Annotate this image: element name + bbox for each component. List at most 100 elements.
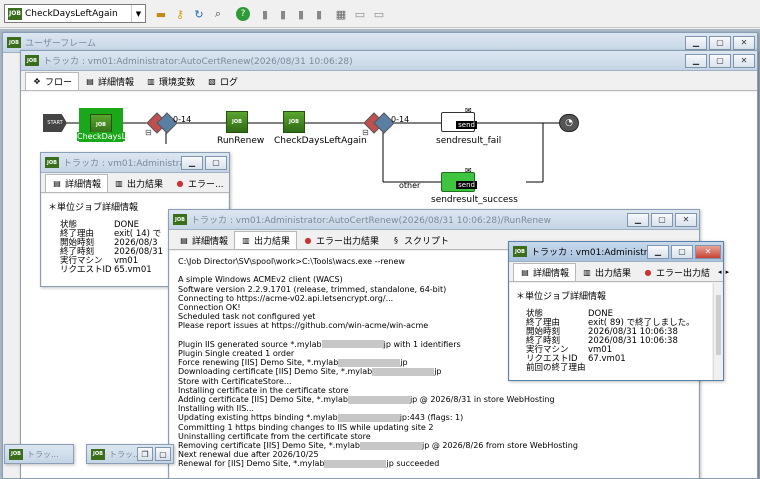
minimized-window[interactable]: JOB トラッ...: [4, 444, 74, 464]
details-icon: ▤: [180, 235, 188, 245]
tracker-right-body: ＊単位ジョブ詳細情報 状態 DONE 終了理由 exit( 89) で終了しました。…: [510, 283, 712, 380]
maximize-button[interactable]: ▢: [205, 155, 227, 170]
key-icon[interactable]: ⚷: [172, 6, 188, 22]
grid-icon[interactable]: ▦: [333, 6, 349, 22]
doc-icon[interactable]: ▮: [311, 6, 327, 22]
tab-details[interactable]: ▤ 詳細情報: [79, 72, 140, 90]
restore-button[interactable]: ❐: [137, 447, 153, 461]
output-line: Installing with IIS...: [178, 404, 254, 414]
user-frame-title: ユーザーフレーム: [25, 39, 97, 49]
search-icon[interactable]: ⌕: [210, 6, 226, 22]
tracker-small-titlebar: JOB トラッカ : vm01:Administrat... ▁ ▢: [41, 153, 229, 173]
node-label-sendresult-fail: sendresult_fail: [436, 136, 502, 146]
send-fail-node[interactable]: send: [441, 112, 477, 132]
detail-row: 前回の終了理由: [526, 363, 586, 373]
close-button[interactable]: ✕: [695, 244, 721, 259]
flow-icon: ✥: [33, 77, 41, 86]
app-icon: JOB: [513, 246, 527, 257]
node-label-checkdaysleft: CheckDaysLeft: [77, 132, 137, 141]
toolbar: JOB CheckDaysLeftAgain ▼ ▬ ⚷ ↻ ⌕ ? ▮ ▮ ▮…: [0, 0, 760, 28]
doc-icon[interactable]: ▮: [275, 6, 291, 22]
output-icon: ▥: [583, 267, 591, 277]
minimize-button[interactable]: ▁: [627, 212, 649, 227]
maximize-button[interactable]: ▢: [671, 244, 693, 259]
tab-output[interactable]: ▥ 出力結果: [234, 231, 298, 249]
tab-log[interactable]: ▧ ログ: [201, 72, 244, 90]
tab-error[interactable]: ● エラー出力結: [637, 263, 716, 281]
minimize-button[interactable]: ▁: [647, 244, 669, 259]
job-select-value: CheckDaysLeftAgain: [25, 8, 118, 19]
details-icon: ▤: [521, 268, 529, 277]
vertical-scrollbar[interactable]: [713, 283, 723, 380]
app-icon: JOB: [91, 448, 105, 460]
chevron-down-icon[interactable]: ▼: [131, 5, 145, 22]
output-line: Uninstalling certificate from the certif…: [178, 431, 371, 441]
tab-details[interactable]: ▤ 詳細情報: [173, 231, 234, 249]
tab-details[interactable]: ▤ 詳細情報: [513, 263, 577, 281]
maximize-button[interactable]: ▢: [709, 53, 731, 68]
job-node-runrenew[interactable]: JOB: [226, 111, 248, 133]
note-icon[interactable]: ▭: [371, 6, 387, 22]
end-node[interactable]: ◔: [559, 114, 579, 132]
minimize-button[interactable]: ▁: [685, 53, 707, 68]
node-label-sendresult-success: sendresult_success: [431, 195, 518, 205]
maximize-button[interactable]: ▢: [709, 35, 731, 50]
help-icon[interactable]: ?: [236, 7, 250, 21]
close-button[interactable]: ✕: [733, 53, 755, 68]
app-icon: JOB: [25, 55, 39, 66]
scrollbar-thumb[interactable]: [716, 295, 721, 355]
job-node-checkdaysleftagain[interactable]: JOB: [283, 111, 305, 133]
app-icon: JOB: [9, 448, 23, 460]
close-button[interactable]: ✕: [675, 212, 697, 227]
branch-label: 0-14: [391, 115, 410, 124]
tab-flow[interactable]: ✥ フロー: [25, 72, 80, 90]
minimize-button[interactable]: ▁: [685, 35, 707, 50]
app-icon: JOB: [7, 37, 21, 48]
doc-icon[interactable]: ▮: [293, 6, 309, 22]
output-line: Removing certificate [IIS] Demo Site, *.…: [178, 441, 578, 451]
tab-scroll-left[interactable]: ◂: [716, 263, 724, 281]
error-icon: ●: [304, 235, 312, 245]
maximize-button[interactable]: ▢: [155, 447, 171, 461]
redacted-block: [324, 459, 387, 468]
app-icon: JOB: [173, 214, 187, 225]
minimized-window[interactable]: JOB トラッ... ❐ ▢: [86, 444, 174, 464]
tracker-main-title: トラッカ : vm01:Administrator:AutoCertRenew(…: [43, 57, 353, 67]
minimize-button[interactable]: ▁: [181, 155, 203, 170]
collapse-icon[interactable]: ⊟: [362, 128, 369, 137]
tracker-renew-title: トラッカ : vm01:Administrator:AutoCertRenew(…: [191, 216, 551, 226]
job-icon: JOB: [8, 7, 22, 20]
tab-output[interactable]: ▥ 出力結果: [576, 263, 637, 281]
output-line: Next renewal due after 2026/10/25: [178, 450, 319, 460]
doc-icon[interactable]: ▮: [257, 6, 273, 22]
tab-output[interactable]: ▥ 出力結果: [108, 174, 169, 192]
send-success-node[interactable]: send: [441, 172, 477, 192]
output-icon: ▥: [242, 236, 250, 245]
tracker-right-titlebar: JOB トラッカ : vm01:Administrator:A... ▁ ▢ ✕: [509, 242, 723, 262]
section-title: ＊単位ジョブ詳細情報: [516, 292, 607, 302]
refresh-icon[interactable]: ↻: [191, 6, 207, 22]
job-select[interactable]: JOB CheckDaysLeftAgain ▼: [4, 4, 146, 23]
output-line: Renewal for [IIS] Demo Site, *.mylab jp s…: [178, 459, 440, 469]
tab-scroll-right[interactable]: ▸: [724, 263, 732, 281]
details-icon: ▤: [53, 179, 61, 188]
branch-label: other: [399, 181, 421, 190]
error-icon: ●: [176, 178, 184, 188]
output-icon: ▥: [115, 178, 123, 188]
maximize-button[interactable]: ▢: [651, 212, 673, 227]
output-line: Committing 1 https binding changes to II…: [178, 422, 434, 432]
tab-script[interactable]: § スクリプト: [385, 231, 455, 249]
collapse-icon[interactable]: ⊟: [145, 128, 152, 137]
folder-icon[interactable]: ▬: [153, 6, 169, 22]
mail-icon: ✉: [465, 166, 472, 175]
tab-details[interactable]: ▤ 詳細情報: [45, 174, 109, 192]
tab-env[interactable]: ▥ 環境変数: [140, 72, 201, 90]
output-line: Adding certificate [IIS] Demo Site, *.my…: [178, 395, 555, 405]
tab-error[interactable]: ● エラー出力結果: [297, 231, 385, 249]
mail-icon: ✉: [465, 106, 472, 115]
tracker-main-tabs: ✥ フロー ▤ 詳細情報 ▥ 環境変数 ▧ ログ: [21, 71, 757, 91]
close-button[interactable]: ✕: [733, 35, 755, 50]
note-icon[interactable]: ▭: [352, 6, 368, 22]
redacted-block: [372, 367, 435, 376]
tab-error[interactable]: ● エラー...: [169, 174, 230, 192]
